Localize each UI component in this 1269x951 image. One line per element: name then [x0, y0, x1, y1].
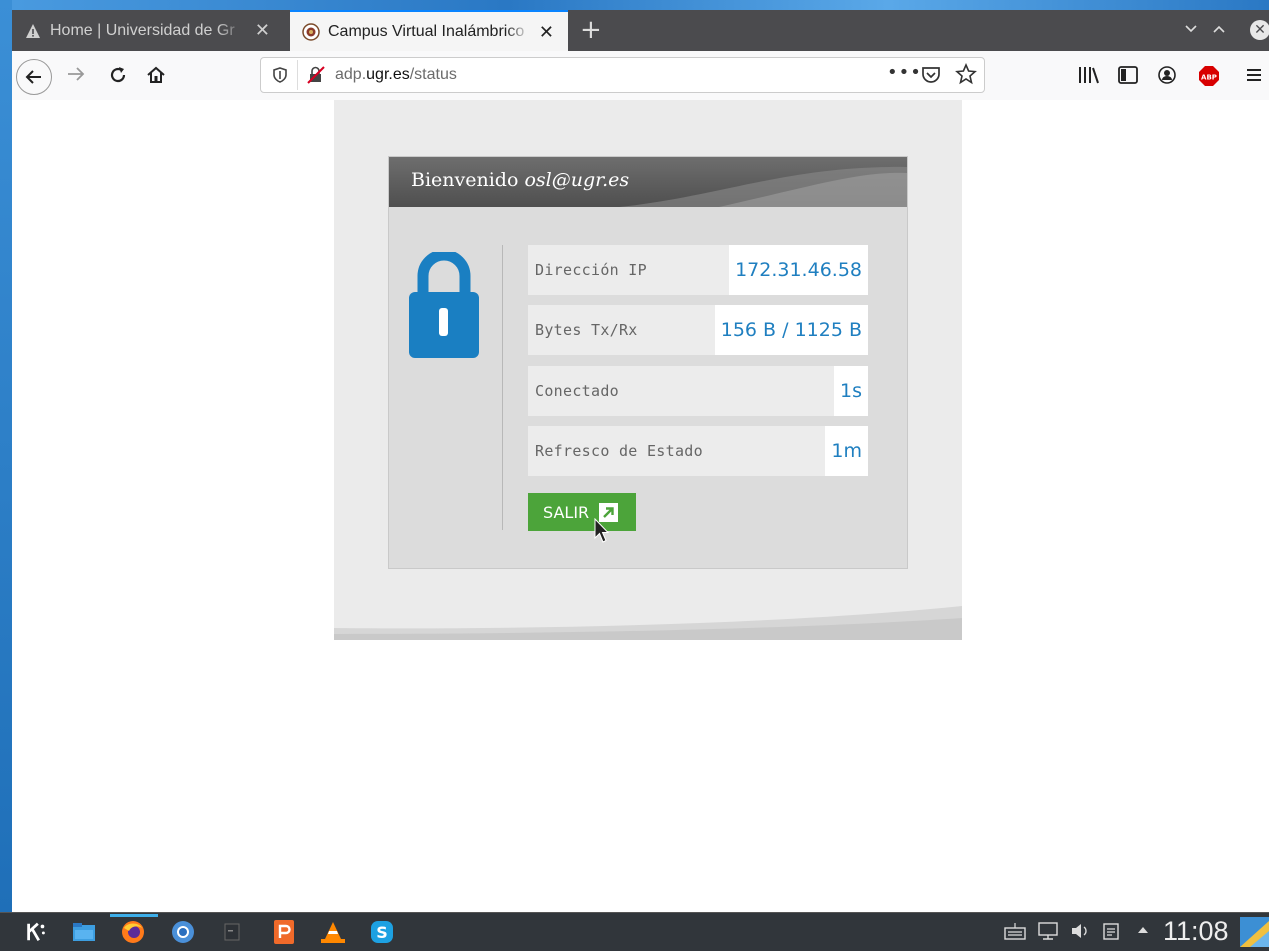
star-icon[interactable] [955, 62, 977, 90]
vlc-icon[interactable] [321, 920, 345, 944]
library-icon[interactable] [1078, 66, 1100, 84]
desktop-background [0, 0, 1269, 10]
logout-label: SALIR [543, 502, 590, 522]
row-label: Dirección IP [535, 261, 647, 279]
row-value: 156 B / 1125 B [714, 305, 868, 355]
menu-icon[interactable] [1246, 67, 1262, 83]
row-label: Bytes Tx/Rx [535, 321, 638, 339]
back-icon[interactable] [16, 59, 52, 95]
shield-icon[interactable] [273, 67, 287, 87]
forward-icon[interactable] [66, 65, 86, 83]
show-desktop-icon[interactable] [1240, 917, 1269, 951]
navigation-toolbar: adp.ugr.es/status ••• ABP [12, 51, 1269, 101]
mouse-cursor-icon [594, 517, 610, 550]
tab-title: Campus Virtual Inalámbrico [328, 22, 525, 40]
home-icon[interactable] [146, 65, 166, 85]
row-value: 1m [825, 426, 868, 476]
status-card: Bienvenido osl@ugr.es Dirección IP 172.3… [388, 156, 908, 569]
row-value: 1s [834, 366, 868, 416]
desktop-edge [0, 0, 12, 912]
panel-swoosh [334, 606, 962, 640]
padlock-icon [409, 249, 479, 362]
svg-text:S: S [376, 923, 388, 942]
ugr-crest-icon [302, 22, 320, 41]
firefox-icon[interactable] [121, 920, 145, 944]
more-icon[interactable]: ••• [887, 62, 922, 83]
pocket-icon[interactable] [921, 66, 941, 89]
new-tab-icon[interactable]: + [580, 16, 602, 44]
kde-launcher-icon[interactable] [24, 920, 48, 944]
tab-home-ugr[interactable]: Home | Universidad de Gr ✕ [12, 10, 284, 51]
tab-title: Home | Universidad de Gr [50, 21, 235, 39]
tab-bar: Home | Universidad de Gr ✕ Campus Virtua… [12, 10, 1269, 51]
terminal-icon[interactable] [220, 920, 244, 944]
close-tab-icon[interactable]: ✕ [255, 21, 270, 39]
row-ip-address: Dirección IP 172.31.46.58 [528, 245, 868, 295]
svg-text:ABP: ABP [1201, 74, 1217, 82]
skype-icon[interactable]: S [370, 920, 394, 944]
row-bytes: Bytes Tx/Rx 156 B / 1125 B [528, 305, 868, 355]
logout-button[interactable]: SALIR [528, 493, 636, 531]
chevron-up-icon[interactable] [1212, 22, 1226, 40]
card-divider [502, 245, 503, 530]
adblock-icon[interactable]: ABP [1198, 65, 1220, 87]
row-label: Refresco de Estado [535, 442, 703, 460]
reload-icon[interactable] [108, 65, 128, 85]
welcome-title: Bienvenido osl@ugr.es [411, 169, 630, 191]
taskbar: S 11:08 [0, 912, 1269, 951]
window-close-icon[interactable]: ✕ [1250, 20, 1269, 40]
row-refresh: Refresco de Estado 1m [528, 426, 868, 476]
warning-icon [24, 22, 42, 40]
close-tab-icon[interactable]: ✕ [539, 23, 554, 41]
chromium-icon[interactable] [171, 920, 195, 944]
clipboard-icon[interactable] [1102, 922, 1120, 945]
page-content: Bienvenido osl@ugr.es Dirección IP 172.3… [12, 100, 1269, 912]
card-header: Bienvenido osl@ugr.es [389, 157, 907, 207]
row-connected: Conectado 1s [528, 366, 868, 416]
network-icon[interactable] [1038, 922, 1058, 945]
file-manager-icon[interactable] [72, 920, 96, 944]
sidebar-icon[interactable] [1118, 66, 1138, 84]
volume-icon[interactable] [1070, 922, 1090, 945]
tab-campus-virtual[interactable]: Campus Virtual Inalámbrico ✕ [290, 10, 568, 51]
url-divider [297, 60, 298, 90]
url-bar[interactable]: adp.ugr.es/status ••• [260, 57, 985, 93]
presentation-icon[interactable] [272, 920, 296, 944]
clock[interactable]: 11:08 [1163, 916, 1229, 947]
chevron-down-icon[interactable] [1184, 22, 1198, 40]
active-task-indicator [110, 914, 158, 917]
account-icon[interactable] [1158, 66, 1176, 84]
insecure-lock-icon[interactable] [307, 66, 325, 88]
tray-expand-icon[interactable] [1136, 922, 1150, 942]
keyboard-icon[interactable] [1004, 922, 1026, 945]
row-label: Conectado [535, 382, 619, 400]
url-text[interactable]: adp.ugr.es/status [335, 66, 457, 84]
row-value: 172.31.46.58 [729, 245, 868, 295]
